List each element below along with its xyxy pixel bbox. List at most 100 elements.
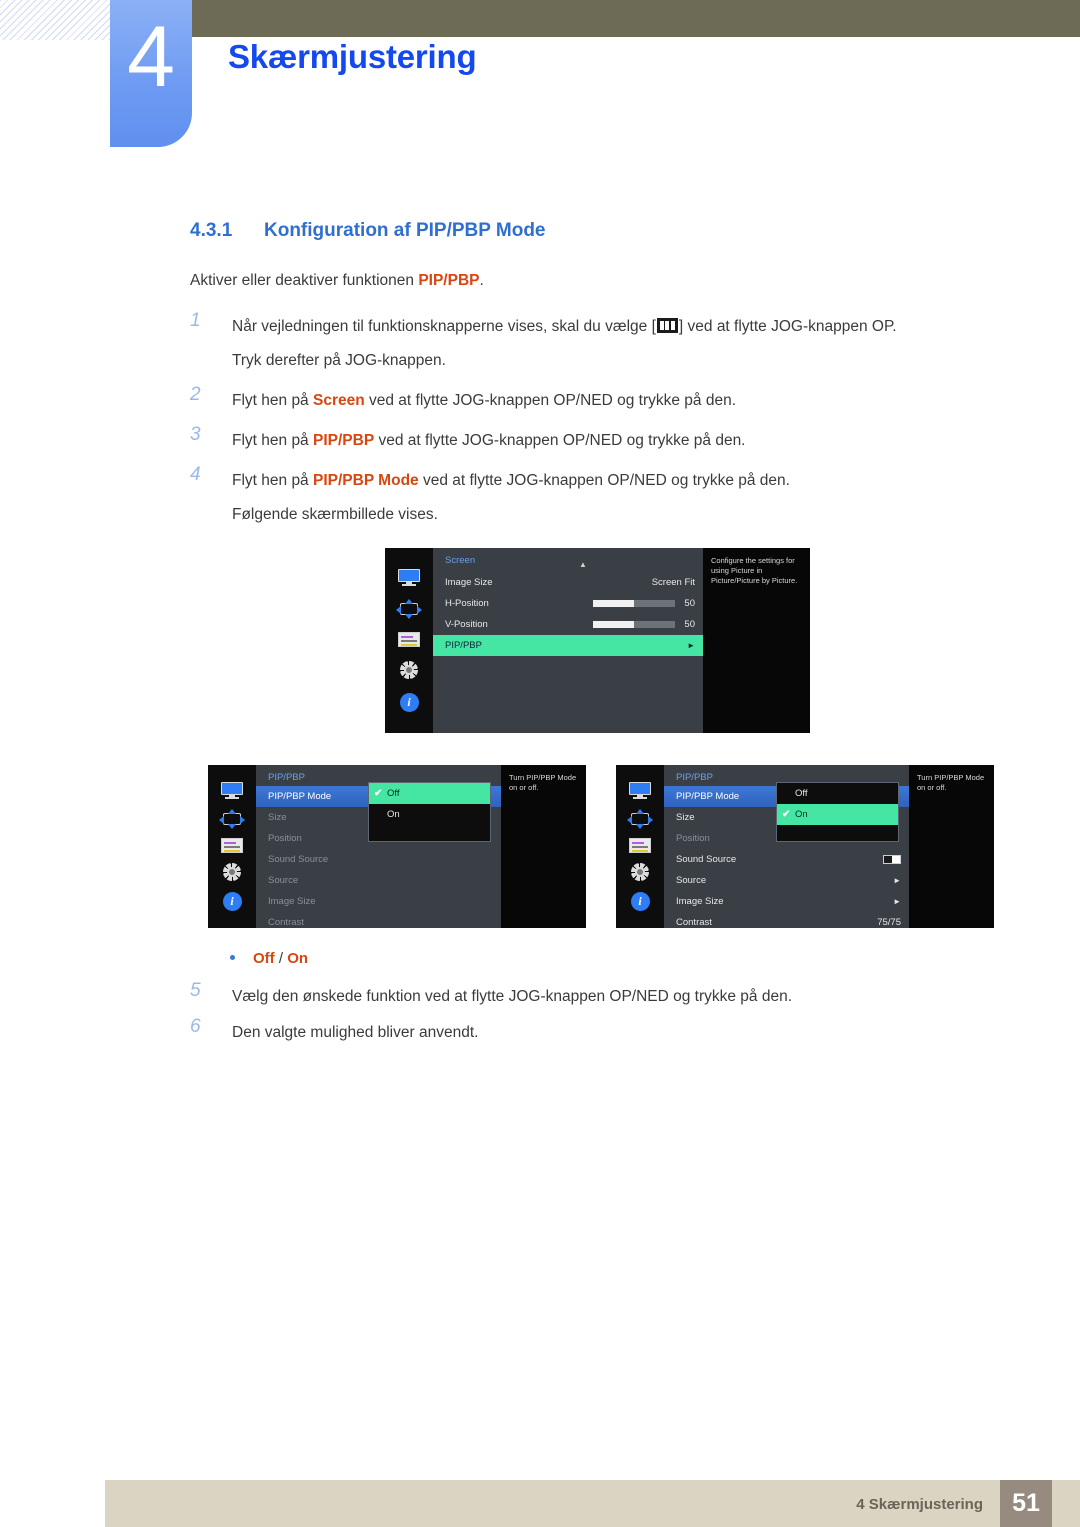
options-bullet: Off / On bbox=[230, 950, 308, 967]
popup-option-off[interactable]: Off bbox=[777, 783, 898, 804]
step-number: 2 bbox=[190, 384, 201, 405]
osd-row-contrast[interactable]: Contrast 75/75 bbox=[664, 912, 909, 933]
osd-pip-mode-off: i PIP/PBP PIP/PBP Mode Size Position Sou… bbox=[208, 765, 586, 928]
step-number: 6 bbox=[190, 1016, 201, 1037]
gear-icon[interactable] bbox=[399, 660, 419, 680]
popup-option-label: On bbox=[387, 809, 400, 820]
osd-main-panel: Screen ▲ Image Size Screen Fit H-Positio… bbox=[433, 548, 703, 733]
gear-icon[interactable] bbox=[222, 862, 242, 882]
osd-row-value: 50 bbox=[684, 598, 695, 609]
section-title: Konfiguration af PIP/PBP Mode bbox=[264, 220, 546, 241]
osd-row-label: Sound Source bbox=[268, 854, 329, 865]
osd-title: PIP/PBP bbox=[268, 772, 305, 783]
intro-term: PIP/PBP bbox=[418, 272, 480, 289]
step-text: Den valgte mulighed bliver anvendt. bbox=[232, 1024, 479, 1041]
osd-help-text: Turn PIP/PBP Mode on or off. bbox=[501, 765, 586, 928]
osd-row-label: Contrast bbox=[268, 917, 304, 928]
document-page: 4 Skærmjustering 4.3.1 Konfiguration af P… bbox=[0, 0, 1080, 1527]
osd-row-source[interactable]: Source bbox=[256, 870, 501, 891]
list-item: 1 Når vejledningen til funktionsknappern… bbox=[190, 310, 990, 378]
decorative-hatch-pattern bbox=[0, 0, 118, 40]
footer-bar: 4 Skærmjustering 51 bbox=[105, 1480, 1080, 1527]
step-text-a: Flyt hen på bbox=[232, 472, 313, 489]
step-number: 1 bbox=[190, 310, 201, 331]
sound-source-toggle[interactable] bbox=[883, 855, 901, 864]
list-item: 2 Flyt hen på Screen ved at flytte JOG-k… bbox=[190, 384, 990, 418]
osd-row-label: Image Size bbox=[445, 577, 493, 588]
osd-rail: i bbox=[385, 548, 433, 733]
info-icon[interactable]: i bbox=[399, 693, 419, 712]
osd-icon[interactable] bbox=[221, 837, 243, 853]
osd-rail: i bbox=[616, 765, 664, 928]
osd-help-text: Configure the settings for using Picture… bbox=[703, 548, 810, 733]
osd-row-image-size[interactable]: Image Size Screen Fit bbox=[433, 572, 703, 593]
monitor-icon[interactable] bbox=[221, 782, 243, 799]
step-text-second: Tryk derefter på JOG-knappen. bbox=[232, 352, 446, 369]
step-text-a: Når vejledningen til funktionsknapperne … bbox=[232, 318, 656, 335]
chapter-tab: 4 bbox=[110, 0, 192, 147]
osd-row-label: Image Size bbox=[268, 896, 316, 907]
osd-rail: i bbox=[208, 765, 256, 928]
monitor-icon[interactable] bbox=[629, 782, 651, 799]
osd-icon[interactable] bbox=[398, 632, 420, 647]
step-number: 5 bbox=[190, 980, 201, 1001]
info-icon[interactable]: i bbox=[222, 891, 242, 911]
osd-screen-menu: i Screen ▲ Image Size Screen Fit H-Posit… bbox=[385, 548, 810, 733]
step-number: 3 bbox=[190, 424, 201, 445]
position-icon[interactable] bbox=[396, 599, 422, 619]
step-text: Flyt hen på PIP/PBP Mode ved at flytte J… bbox=[232, 472, 790, 489]
position-icon[interactable] bbox=[219, 808, 245, 829]
osd-icon[interactable] bbox=[629, 837, 651, 853]
osd-row-source[interactable]: Source ► bbox=[664, 870, 909, 891]
v-position-slider[interactable] bbox=[593, 621, 676, 628]
menu-key-icon bbox=[656, 318, 678, 333]
list-item: 5 Vælg den ønskede funktion ved at flytt… bbox=[190, 980, 990, 1014]
pip-mode-popup: ✔ Off On bbox=[368, 782, 491, 842]
osd-row-label: Sound Source bbox=[676, 854, 737, 865]
list-item: 4 Flyt hen på PIP/PBP Mode ved at flytte… bbox=[190, 464, 990, 532]
option-on: On bbox=[287, 950, 309, 967]
h-position-slider[interactable] bbox=[593, 600, 676, 607]
section-number: 4.3.1 bbox=[190, 220, 233, 241]
step-text-b: ved at flytte JOG-knappen OP/NED og tryk… bbox=[374, 432, 746, 449]
osd-row-v-position[interactable]: V-Position 50 bbox=[433, 614, 703, 635]
osd-row-label: V-Position bbox=[445, 619, 488, 630]
osd-row-sound-source[interactable]: Sound Source bbox=[256, 849, 501, 870]
osd-row-image-size[interactable]: Image Size ► bbox=[664, 891, 909, 912]
osd-title: PIP/PBP bbox=[676, 772, 713, 783]
scroll-up-caret-icon[interactable]: ▲ bbox=[579, 560, 587, 569]
step-term: Screen bbox=[313, 392, 365, 409]
header-olive-bar bbox=[192, 0, 1080, 37]
chevron-right-icon: ► bbox=[893, 876, 901, 885]
step-text: Flyt hen på Screen ved at flytte JOG-kna… bbox=[232, 392, 736, 409]
info-icon[interactable]: i bbox=[630, 891, 650, 911]
position-icon[interactable] bbox=[627, 808, 653, 829]
osd-row-pip-pbp[interactable]: PIP/PBP ► bbox=[433, 635, 703, 656]
pip-mode-popup: Off ✔ On bbox=[776, 782, 899, 842]
osd-main-panel: PIP/PBP PIP/PBP Mode Size Position Sound… bbox=[664, 765, 909, 928]
osd-row-label: Source bbox=[676, 875, 707, 886]
osd-row-h-position[interactable]: H-Position 50 bbox=[433, 593, 703, 614]
monitor-icon[interactable] bbox=[398, 569, 420, 586]
gear-icon[interactable] bbox=[630, 862, 650, 882]
chapter-title: Skærmjustering bbox=[228, 38, 477, 75]
osd-row-contrast[interactable]: Contrast bbox=[256, 912, 501, 933]
popup-option-off[interactable]: ✔ Off bbox=[369, 783, 490, 804]
osd-row-value: 50 bbox=[684, 619, 695, 630]
intro-text-before: Aktiver eller deaktiver funktionen bbox=[190, 272, 419, 289]
osd-help-text: Turn PIP/PBP Mode on or off. bbox=[909, 765, 994, 928]
step-term: PIP/PBP bbox=[313, 432, 375, 449]
step-text-a: Flyt hen på bbox=[232, 392, 313, 409]
osd-row-sound-source[interactable]: Sound Source bbox=[664, 849, 909, 870]
osd-row-label: PIP/PBP bbox=[445, 640, 482, 651]
chevron-right-icon: ► bbox=[893, 897, 901, 906]
step-text: Flyt hen på PIP/PBP ved at flytte JOG-kn… bbox=[232, 432, 746, 449]
osd-row-label: Image Size bbox=[676, 896, 724, 907]
list-item: 3 Flyt hen på PIP/PBP ved at flytte JOG-… bbox=[190, 424, 990, 458]
osd-row-image-size[interactable]: Image Size bbox=[256, 891, 501, 912]
popup-option-on[interactable]: On bbox=[369, 804, 490, 825]
footer-chapter-label: 4 Skærmjustering bbox=[856, 1496, 983, 1513]
osd-row-label: Source bbox=[268, 875, 299, 886]
popup-option-on[interactable]: ✔ On bbox=[777, 804, 898, 825]
step-text: Vælg den ønskede funktion ved at flytte … bbox=[232, 988, 793, 1005]
